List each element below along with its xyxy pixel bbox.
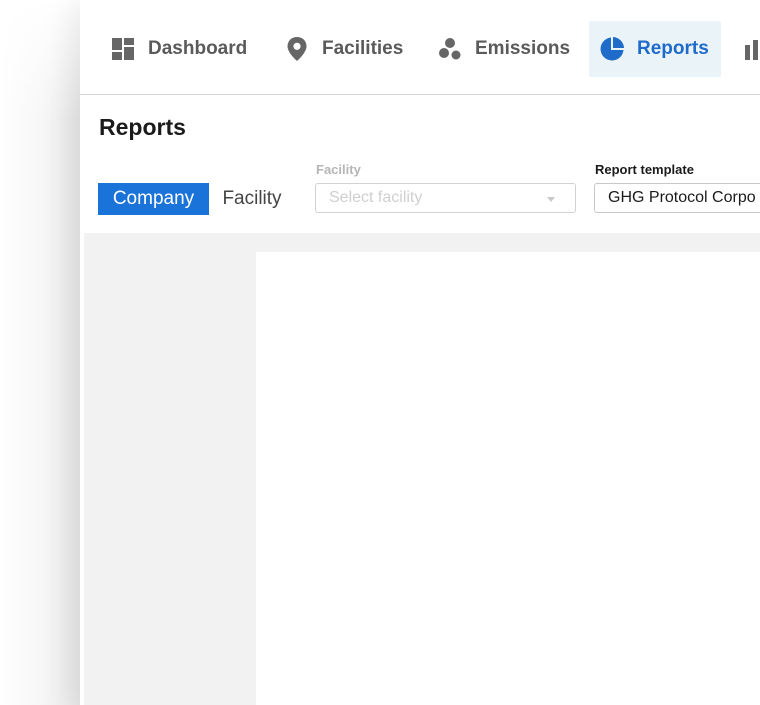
scope-toggle-facility[interactable]: Facility: [211, 183, 293, 215]
nav-item-label: Dashboard: [148, 38, 248, 59]
nav-item-analytics[interactable]: [735, 21, 760, 77]
report-template-select[interactable]: GHG Protocol Corpo: [594, 183, 760, 213]
page-title: Reports: [99, 114, 186, 140]
report-template-label: Report template: [595, 162, 694, 177]
report-preview-canvas: [256, 252, 760, 705]
facility-select-placeholder: Select facility: [329, 189, 423, 206]
scope-toggle-company[interactable]: Company: [98, 183, 209, 215]
nav-item-label: Facilities: [322, 38, 404, 59]
map-pin-icon: [284, 36, 310, 62]
nav-item-reports[interactable]: Reports: [589, 21, 721, 77]
top-navigation: Dashboard Facilities Emissions Reports: [80, 0, 760, 95]
window-shadow-fade: [0, 0, 90, 120]
facility-field-label: Facility: [316, 162, 361, 177]
app-window: Dashboard Facilities Emissions Reports R…: [80, 0, 760, 705]
nav-item-label: Reports: [637, 38, 709, 59]
chevron-down-icon: [547, 197, 555, 202]
bar-chart-icon: [735, 36, 760, 62]
facility-select[interactable]: Select facility: [315, 183, 576, 213]
nav-item-dashboard[interactable]: Dashboard: [98, 21, 265, 77]
molecules-icon: [437, 36, 463, 62]
nav-item-facilities[interactable]: Facilities: [272, 21, 421, 77]
screen: Dashboard Facilities Emissions Reports R…: [0, 0, 760, 705]
pie-chart-icon: [599, 36, 625, 62]
report-template-value: GHG Protocol Corpo: [608, 189, 756, 206]
nav-item-label: Emissions: [475, 38, 571, 59]
nav-item-emissions[interactable]: Emissions: [425, 21, 588, 77]
dashboard-icon: [110, 36, 136, 62]
